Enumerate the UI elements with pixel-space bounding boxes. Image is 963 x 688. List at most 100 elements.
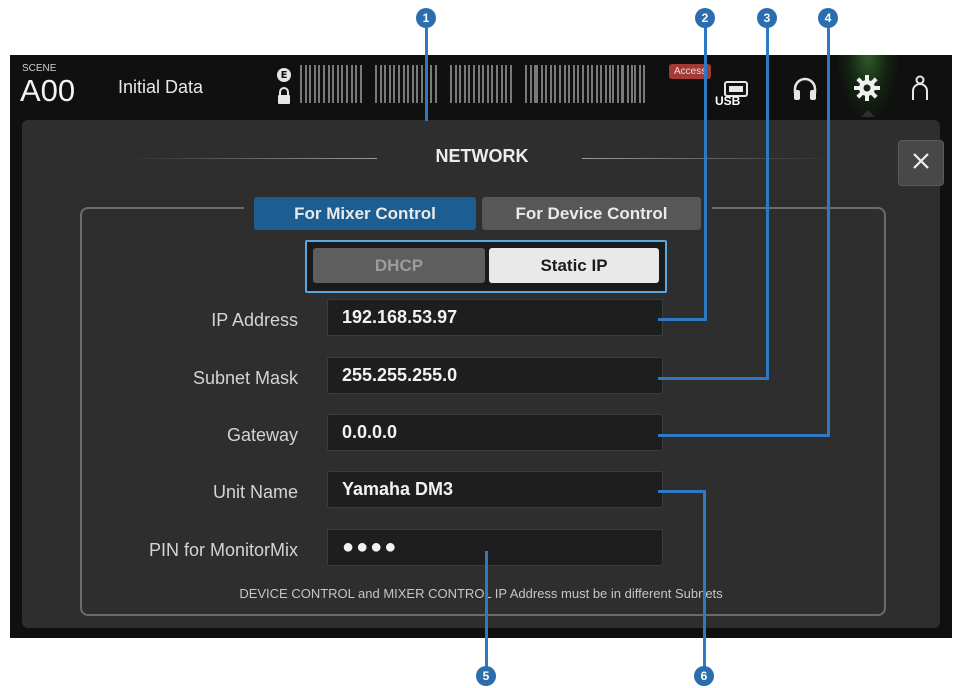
meter-bar (545, 65, 548, 103)
meter-bar (577, 65, 580, 103)
meter-bar (332, 65, 335, 103)
meter-bar (388, 65, 391, 103)
meter-bar (398, 65, 400, 103)
meter-bar (500, 65, 503, 103)
meter-bar (529, 65, 532, 103)
callout-line-5 (485, 551, 488, 669)
meter-bar (309, 65, 312, 103)
meter-bar (350, 65, 353, 103)
meter-bar (600, 65, 602, 103)
meter-bar (459, 65, 462, 103)
meter-bar (491, 65, 494, 103)
pin-field[interactable]: ●●●● (327, 529, 663, 566)
level-meters (300, 65, 655, 103)
headphones-icon[interactable] (792, 77, 818, 105)
gateway-field[interactable]: 0.0.0.0 (327, 414, 663, 451)
unit-name-field[interactable]: Yamaha DM3 (327, 471, 663, 508)
tab-mixer-control[interactable]: For Mixer Control (254, 197, 476, 230)
meter-bar (604, 65, 607, 103)
meter-bar (643, 65, 646, 103)
static-ip-button[interactable]: Static IP (489, 248, 659, 283)
scene-title[interactable]: Initial Data (118, 77, 203, 98)
meter-bar (359, 65, 362, 103)
callout-4: 4 (818, 8, 838, 28)
meter-bar (473, 65, 475, 103)
callout-line-3 (766, 28, 769, 380)
meter-bar (450, 65, 452, 103)
close-icon (912, 152, 930, 174)
meter-bar (416, 65, 419, 103)
meter-bar (313, 65, 316, 103)
scene-number[interactable]: A00 (20, 73, 75, 109)
meter-bar (375, 65, 377, 103)
subnet-mask-label: Subnet Mask (192, 368, 298, 388)
callout-line-2-h (658, 318, 707, 321)
meter-bar (540, 65, 543, 103)
tab-device-control[interactable]: For Device Control (482, 197, 701, 230)
main-panel: NETWORK For Mixer Control For Device Con… (10, 117, 952, 638)
setup-tab[interactable] (838, 55, 898, 118)
callout-line-4-h (658, 434, 830, 437)
meter-bar (609, 65, 612, 103)
callout-2: 2 (695, 8, 715, 28)
meter-bar (463, 65, 466, 103)
callout-line-2 (704, 28, 707, 321)
meter-bar (477, 65, 480, 103)
meter-bar (509, 65, 512, 103)
meter-bar (595, 65, 598, 103)
meter-bar (327, 65, 330, 103)
meter-bar (505, 65, 508, 103)
meter-bar (346, 65, 348, 103)
ip-address-label: IP Address (211, 310, 298, 330)
meter-bar (612, 65, 614, 103)
callout-1: 1 (416, 8, 436, 28)
top-bar: SCENE A00 Initial Data E Access USB (10, 55, 952, 118)
network-dialog: NETWORK For Mixer Control For Device Con… (22, 120, 944, 628)
meter-bar (402, 65, 405, 103)
meter-bar (384, 65, 387, 103)
meter-bar (341, 65, 344, 103)
meter-bar (568, 65, 571, 103)
meter-bar (496, 65, 498, 103)
unit-name-label: Unit Name (212, 482, 298, 502)
meter-bar (549, 65, 552, 103)
pin-label: PIN for MonitorMix (148, 540, 298, 560)
usb-icon[interactable]: USB (715, 81, 751, 111)
callout-3: 3 (757, 8, 777, 28)
meter-bar (525, 65, 527, 103)
ip-address-field[interactable]: 192.168.53.97 (327, 299, 663, 336)
meter-bar (559, 65, 561, 103)
meter-bar (318, 65, 321, 103)
close-button[interactable] (898, 140, 944, 186)
meter-bar (379, 65, 382, 103)
meter-bar (421, 65, 423, 103)
user-icon[interactable] (911, 75, 929, 105)
dialog-title: NETWORK (435, 146, 529, 166)
callout-line-3-h (658, 377, 769, 380)
meter-bar (482, 65, 485, 103)
callout-line-6 (703, 490, 706, 669)
subnet-mask-field[interactable]: 255.255.255.0 (327, 357, 663, 394)
meter-bar (536, 65, 538, 103)
meter-bar (323, 65, 325, 103)
edit-badge: E (277, 68, 291, 82)
ip-mode-selector: DHCP Static IP (305, 240, 667, 293)
meter-bar (411, 65, 414, 103)
meter-bar (586, 65, 589, 103)
subnet-note: DEVICE CONTROL and MIXER CONTROL IP Addr… (239, 586, 723, 601)
meter-bar (486, 65, 489, 103)
meter-bar (638, 65, 641, 103)
lock-icon[interactable] (276, 87, 292, 109)
dhcp-button[interactable]: DHCP (313, 248, 485, 283)
gear-icon (854, 75, 880, 105)
meter-bar (582, 65, 584, 103)
meter-bar (622, 65, 624, 103)
meter-bar (434, 65, 437, 103)
callout-6: 6 (694, 666, 714, 686)
meter-bar (626, 65, 629, 103)
meter-bar (563, 65, 566, 103)
gateway-label: Gateway (226, 425, 298, 445)
meter-bar (355, 65, 358, 103)
meter-bar (554, 65, 557, 103)
meter-bar (454, 65, 457, 103)
